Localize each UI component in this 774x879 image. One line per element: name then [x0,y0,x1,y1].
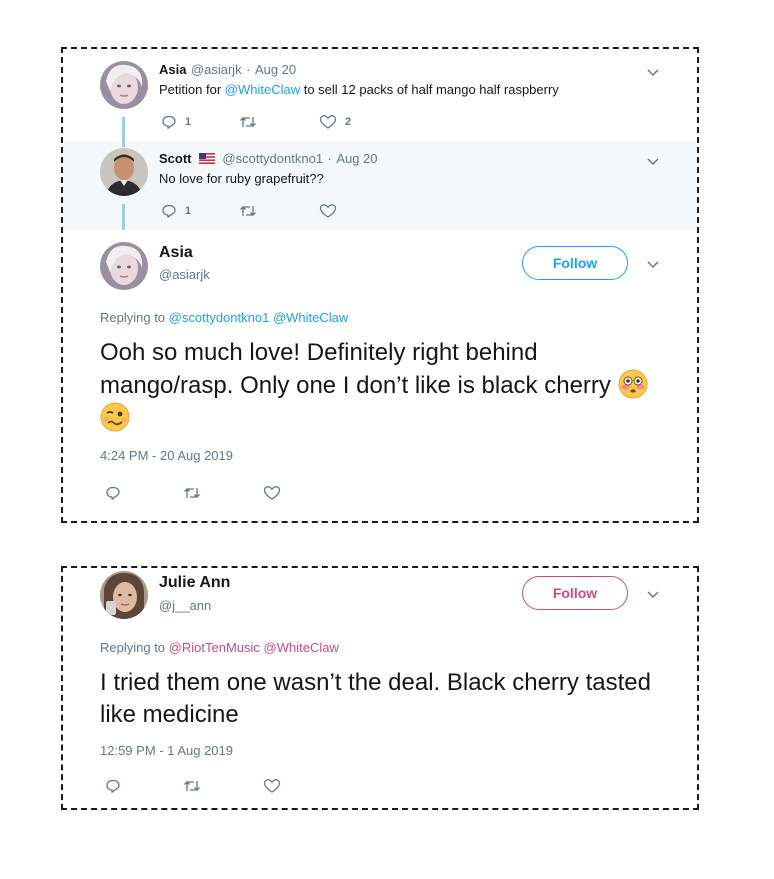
user-handle[interactable]: @j__ann [159,598,211,613]
reply-button[interactable] [105,485,183,501]
us-flag-icon [198,153,215,164]
like-button[interactable] [263,778,281,794]
avatar[interactable] [100,242,148,290]
retweet-button[interactable] [183,485,263,501]
separator: · [327,151,332,166]
follow-button[interactable]: Follow [522,246,628,280]
tweet-text-body: Ooh so much love! Definitely right behin… [100,339,611,399]
retweet-button[interactable] [239,203,319,219]
mention-link[interactable]: @scottydontkno1 [169,310,270,325]
retweet-icon [240,206,256,216]
reply-count: 1 [185,116,192,128]
reply-icon [106,486,120,500]
retweet-button[interactable] [239,114,319,130]
woozy-face-emoji [100,402,130,432]
tweet-date[interactable]: Aug 20 [255,62,296,77]
reply-count: 1 [185,205,192,217]
reply-button[interactable]: 1 [161,203,239,219]
tweet-actions: 1 2 [161,114,351,130]
retweet-icon [184,488,200,498]
avatar[interactable] [100,148,148,196]
tweet-asia-focused: Asia @asiarjk Follow Replying to @scotty… [63,230,697,521]
display-name[interactable]: Scott [159,151,192,166]
display-name[interactable]: Asia [159,244,193,262]
like-icon [319,115,337,129]
thread-line [122,204,125,230]
retweet-icon [240,117,256,127]
user-handle[interactable]: @asiarjk [191,62,242,77]
tweet-text-part: Petition for [159,82,225,97]
tweet-actions: 1 [161,203,345,219]
separator: · [246,62,251,77]
like-count: 2 [345,116,352,128]
like-button[interactable] [263,485,281,501]
avatar[interactable] [100,61,148,109]
tweet-header: Asia @asiarjk · Aug 20 [159,61,296,79]
replying-to: Replying to @scottydontkno1 @WhiteClaw [100,310,348,325]
tweet-text: No love for ruby grapefruit?? [159,171,324,186]
tweet-scott[interactable]: Scott @scottydontkno1 · Aug 20 No love f… [63,141,697,230]
avatar[interactable] [100,571,148,619]
mention-link[interactable]: @WhiteClaw [273,310,348,325]
replying-label: Replying to [100,310,166,325]
reply-icon [162,115,176,129]
tweet-text: Ooh so much love! Definitely right behin… [100,337,660,435]
flushed-face-emoji [618,369,648,399]
mention-link[interactable]: @WhiteClaw [264,640,339,655]
tweet-timestamp[interactable]: 4:24 PM - 20 Aug 2019 [100,448,233,463]
chevron-down-icon[interactable] [645,586,661,602]
user-handle[interactable]: @scottydontkno1 [222,151,323,166]
chevron-down-icon[interactable] [645,64,661,80]
reply-button[interactable]: 1 [161,114,239,130]
mention-link[interactable]: @RiotTenMusic [169,640,260,655]
follow-button[interactable]: Follow [522,576,628,610]
tweet-card-2: Julie Ann @j__ann Follow Replying to @Ri… [61,566,699,810]
replying-label: Replying to [100,640,166,655]
replying-to: Replying to @RiotTenMusic @WhiteClaw [100,640,339,655]
chevron-down-icon[interactable] [645,153,661,169]
display-name[interactable]: Julie Ann [159,574,230,592]
tweet-text-part: to sell 12 packs of half mango half rasp… [300,82,559,97]
chevron-down-icon[interactable] [645,256,661,272]
tweet-thread-card-1: Asia @asiarjk · Aug 20 Petition for @Whi… [61,47,699,523]
display-name[interactable]: Asia [159,62,186,77]
like-icon [263,779,281,793]
like-icon [263,486,281,500]
like-icon [319,204,337,218]
retweet-button[interactable] [183,778,263,794]
tweet-header: Scott @scottydontkno1 · Aug 20 [159,150,378,168]
tweet-actions [105,485,281,501]
like-button[interactable] [319,203,345,219]
tweet-date[interactable]: Aug 20 [336,151,377,166]
tweet-actions [105,778,281,794]
tweet-asia-parent[interactable]: Asia @asiarjk · Aug 20 Petition for @Whi… [63,49,697,145]
reply-button[interactable] [105,778,183,794]
reply-icon [162,204,176,218]
thread-line [122,141,125,147]
user-handle[interactable]: @asiarjk [159,267,210,282]
tweet-timestamp[interactable]: 12:59 PM - 1 Aug 2019 [100,743,233,758]
like-button[interactable]: 2 [319,114,351,130]
reply-icon [106,779,120,793]
tweet-text: I tried them one wasn’t the deal. Black … [100,669,651,728]
retweet-icon [184,781,200,791]
mention-link[interactable]: @WhiteClaw [225,82,300,97]
tweet-text: Petition for @WhiteClaw to sell 12 packs… [159,82,559,97]
